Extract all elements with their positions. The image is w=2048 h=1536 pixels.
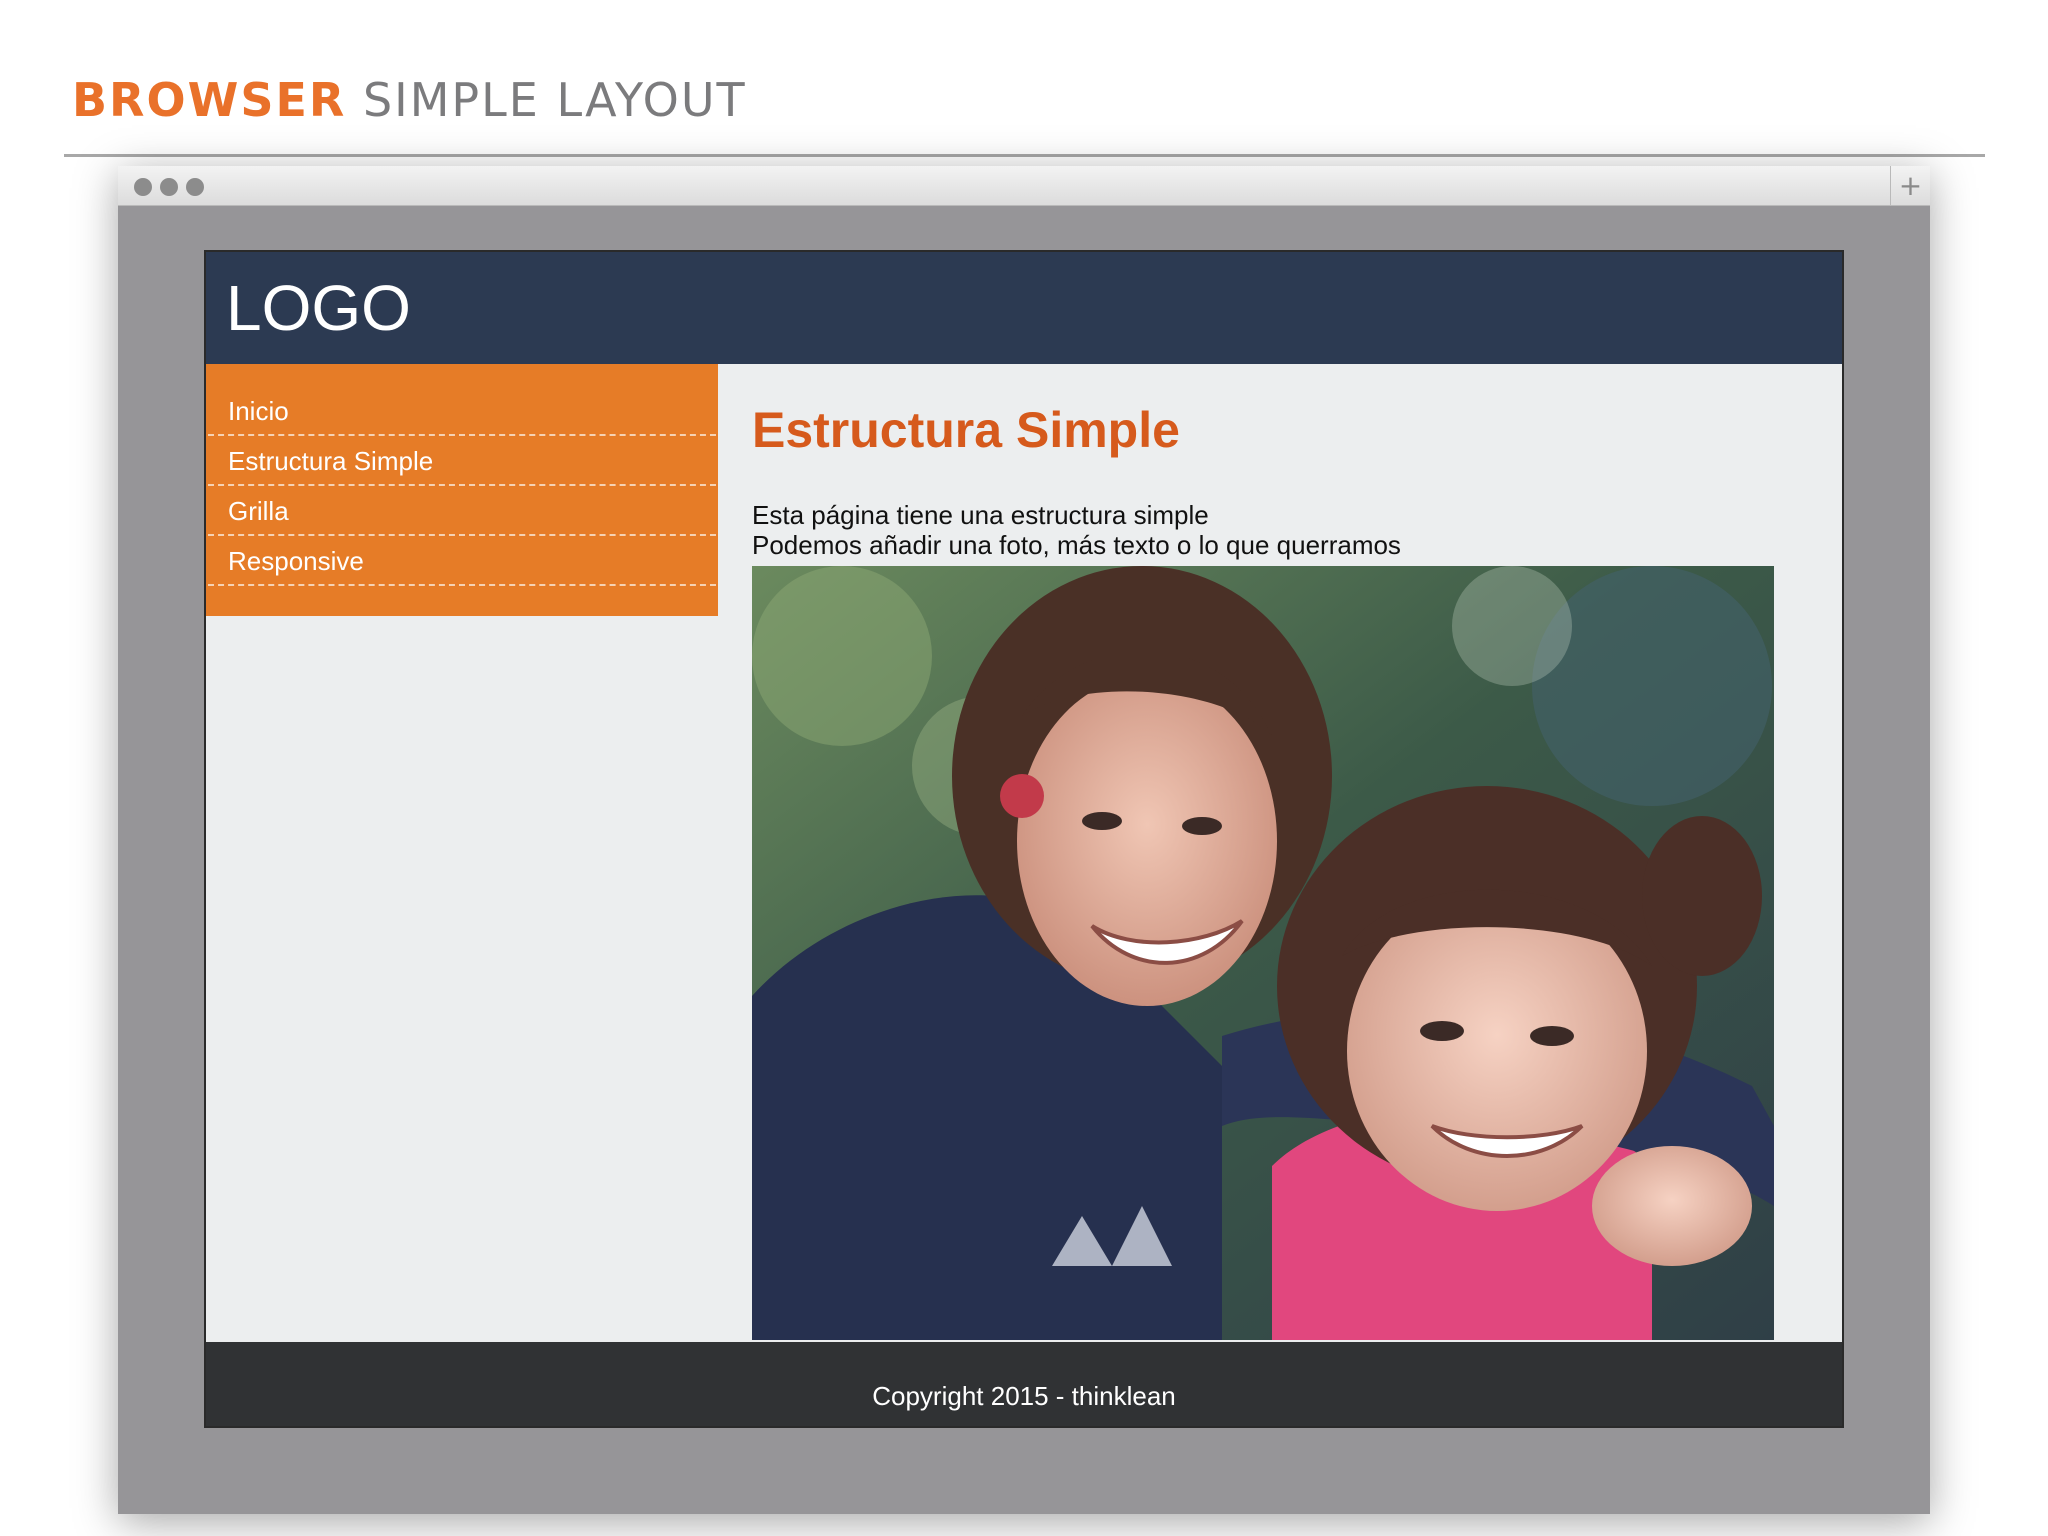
title-divider xyxy=(64,154,1985,157)
main-content: Estructura Simple Esta página tiene una … xyxy=(752,364,1802,560)
nav-item-grilla[interactable]: Grilla xyxy=(208,486,716,536)
browser-toolbar: + xyxy=(118,166,1930,206)
body-line-2: Podemos añadir una foto, más texto o lo … xyxy=(752,530,1401,560)
site-logo[interactable]: LOGO xyxy=(226,270,411,346)
page-body-text: Esta página tiene una estructura simple … xyxy=(752,500,1802,560)
slide-title-rest: SIMPLE LAYOUT xyxy=(362,73,747,127)
site-header: LOGO xyxy=(206,252,1842,364)
web-page: LOGO Inicio Estructura Simple Grilla Res… xyxy=(204,250,1844,1428)
window-maximize-dot[interactable] xyxy=(186,178,204,196)
new-tab-icon[interactable]: + xyxy=(1890,166,1930,206)
nav-item-estructura-simple[interactable]: Estructura Simple xyxy=(208,436,716,486)
content-photo xyxy=(752,566,1774,1340)
slide-title-accent: BROWSER xyxy=(72,73,347,127)
window-minimize-dot[interactable] xyxy=(160,178,178,196)
nav-item-responsive[interactable]: Responsive xyxy=(208,536,716,586)
site-footer: Copyright 2015 - thinklean xyxy=(206,1342,1842,1426)
browser-window: + LOGO Inicio Estructura Simple Grilla R… xyxy=(118,166,1930,1514)
slide-title: BROWSER SIMPLE LAYOUT xyxy=(72,70,747,130)
body-line-1: Esta página tiene una estructura simple xyxy=(752,500,1209,530)
sidebar-nav: Inicio Estructura Simple Grilla Responsi… xyxy=(206,364,718,616)
window-close-dot[interactable] xyxy=(134,178,152,196)
page-heading: Estructura Simple xyxy=(752,402,1180,458)
nav-item-inicio[interactable]: Inicio xyxy=(208,386,716,436)
footer-copyright: Copyright 2015 - thinklean xyxy=(872,1381,1176,1411)
